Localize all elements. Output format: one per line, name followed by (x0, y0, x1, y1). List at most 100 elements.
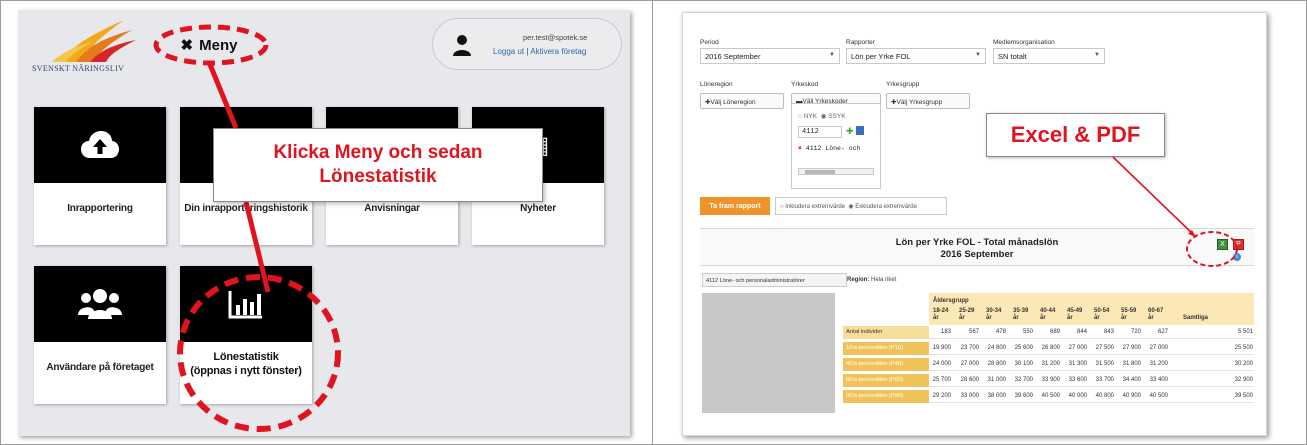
table-cell: 23 700 (960, 345, 979, 351)
logout-link[interactable]: Logga ut (493, 47, 524, 56)
period-value: 2016 September (705, 52, 761, 61)
tile-users[interactable]: Användare på företaget (34, 266, 166, 404)
medlem-select[interactable]: SN totalt ▼ (993, 48, 1105, 64)
tile-lonestatistik[interactable]: Lönestatistik (öppnas i nytt fönster) (180, 266, 312, 404)
excel-export-icon[interactable]: X (1217, 239, 1228, 250)
table-row-label: 90:e percentilen (P90) (843, 390, 929, 403)
loneregion-button[interactable]: ✚Välj Löneregion (700, 93, 784, 109)
bar-chart-icon (228, 291, 262, 319)
table-cell: 40 500 (1041, 393, 1060, 399)
cloud-upload-icon (81, 131, 119, 158)
age-group-header: 35-39 år (1013, 308, 1029, 321)
table-row: 25 700 28 600 31 000 32 700 33 900 33 600 33 7… (929, 374, 1254, 387)
yrkesgrupp-label: Yrkesgrupp (886, 81, 920, 88)
table-cell: 30 200 (1234, 361, 1253, 367)
medlem-label: Medlemsorganisation (993, 39, 1055, 46)
tile-inrapportering[interactable]: Inrapportering (34, 107, 166, 245)
table-cell: 28 800 (987, 361, 1006, 367)
logo-text: SVENSKT NÄRINGSLIV (32, 64, 125, 73)
radio-ssyk[interactable]: ◉ SSYK (821, 113, 846, 120)
radio-exclude-extreme[interactable]: ◉ Exkludera extremvärde (848, 204, 917, 210)
table-cell: 478 (995, 329, 1006, 335)
yrkeskod-panel: ○ NYK ◉ SSYK 4112 ✚ ✖ 4112 Löne- och (791, 103, 881, 189)
rapporter-label: Rapporter (846, 39, 875, 46)
chart-placeholder (702, 293, 835, 413)
age-group-header: Samtliga (1183, 315, 1209, 321)
table-row: 183 567 478 550 689 844 843 720 627 5 501 (929, 326, 1254, 339)
tile-label-line2: (öppnas i nytt fönster) (190, 365, 302, 377)
table-cell: 40 500 (1149, 393, 1168, 399)
table-cell: 39 600 (1014, 393, 1033, 399)
add-icon[interactable]: ✚ (846, 126, 854, 137)
table-cell: 31 800 (1122, 361, 1141, 367)
svenskt-naringsliv-logo: SVENSKT NÄRINGSLIV (32, 16, 150, 78)
radio-nyk[interactable]: ○ NYK (798, 113, 817, 120)
tile-image (180, 266, 312, 342)
table-cell: 19 900 (932, 345, 951, 351)
table-cell: 25 700 (932, 377, 951, 383)
table-cell: 689 (1049, 329, 1060, 335)
table-cell: 27 000 (960, 361, 979, 367)
table-cell: 33 600 (1068, 377, 1087, 383)
age-group-label: Åldersgrupp (933, 298, 969, 304)
run-report-button[interactable]: Ta fram rapport (700, 197, 770, 215)
table-cell: 25 600 (1014, 345, 1033, 351)
code-input[interactable]: 4112 (798, 126, 842, 138)
excel-pdf-callout: Excel & PDF (986, 113, 1165, 157)
table-cell: 26 800 (1041, 345, 1060, 351)
report-title: Lön per Yrke FOL - Total månadslön 2016 … (700, 237, 1254, 261)
period-select[interactable]: 2016 September ▼ (700, 48, 840, 64)
list-icon[interactable] (856, 126, 864, 135)
tile-label: Nyheter (520, 203, 556, 214)
table-cell: 28 600 (960, 377, 979, 383)
tile-label: Anvisningar (364, 203, 420, 214)
table-row-label: 10:e percentilen (P10) (843, 342, 929, 355)
table-row: 24 000 27 000 28 800 30 100 31 200 31 300 31 5… (929, 358, 1254, 371)
table-cell: 843 (1103, 329, 1114, 335)
user-box: per.test@spotek.se Logga ut | Aktivera f… (432, 18, 622, 70)
table-cell: 29 200 (932, 393, 951, 399)
yrkesgrupp-button[interactable]: ✚Välj Yrkesgrupp (886, 93, 970, 109)
horizontal-scrollbar[interactable] (798, 168, 874, 175)
age-group-header: 50-54 år (1094, 308, 1110, 321)
table-cell: 183 (940, 329, 951, 335)
table-cell: 27 900 (1122, 345, 1141, 351)
info-icon[interactable]: i (1233, 253, 1241, 261)
table-cell: 24 800 (987, 345, 1006, 351)
table-cell: 24 000 (932, 361, 951, 367)
table-cell: 31 500 (1095, 361, 1114, 367)
table-cell: 31 200 (1149, 361, 1168, 367)
panel-divider (652, 0, 653, 445)
selected-code-item[interactable]: ✖ 4112 Löne- och (798, 144, 860, 152)
radio-include-extreme[interactable]: ○ Inkludera extremvärde (780, 204, 845, 210)
table-cell: 40 000 (1068, 393, 1087, 399)
menu-button[interactable]: ✖ Meny (164, 30, 254, 60)
change-company-link[interactable]: Aktivera företag (530, 47, 586, 56)
connector-line (1112, 156, 1197, 238)
table-cell: 25 500 (1234, 345, 1253, 351)
table-cell: 38 000 (987, 393, 1006, 399)
excel-pdf-text: Excel & PDF (1010, 122, 1141, 147)
loneregion-label: Löneregion (700, 81, 733, 88)
table-cell: 844 (1076, 329, 1087, 335)
table-cell: 32 900 (1234, 377, 1253, 383)
report-subtitle: 2016 September (940, 249, 1014, 260)
table-cell: 34 400 (1122, 377, 1141, 383)
menu-label: Meny (199, 36, 238, 54)
callout-line1: Klicka Meny och sedan (273, 142, 483, 163)
age-group-header: 45-49 år (1067, 308, 1083, 321)
report-header: Lön per Yrke FOL - Total månadslön 2016 … (700, 228, 1254, 266)
table-row-label: 60:e percentilen (P60) (843, 374, 929, 387)
logo-wing-icon (52, 20, 136, 62)
rapporter-select[interactable]: Lön per Yrke FOL ▼ (846, 48, 986, 64)
table-cell: 32 700 (1014, 377, 1033, 383)
table-cell: 40 900 (1122, 393, 1141, 399)
tile-label: Din inrapporteringshistorik (184, 203, 308, 214)
age-group-header: 40-44 år (1040, 308, 1056, 321)
table-cell: 31 200 (1041, 361, 1060, 367)
table-cell: 33 000 (960, 393, 979, 399)
age-group-header: 30-34 år (986, 308, 1002, 321)
table-cell: 27 000 (1149, 345, 1168, 351)
table-cell: 27 500 (1095, 345, 1114, 351)
pdf-export-icon[interactable]: P (1233, 239, 1244, 250)
